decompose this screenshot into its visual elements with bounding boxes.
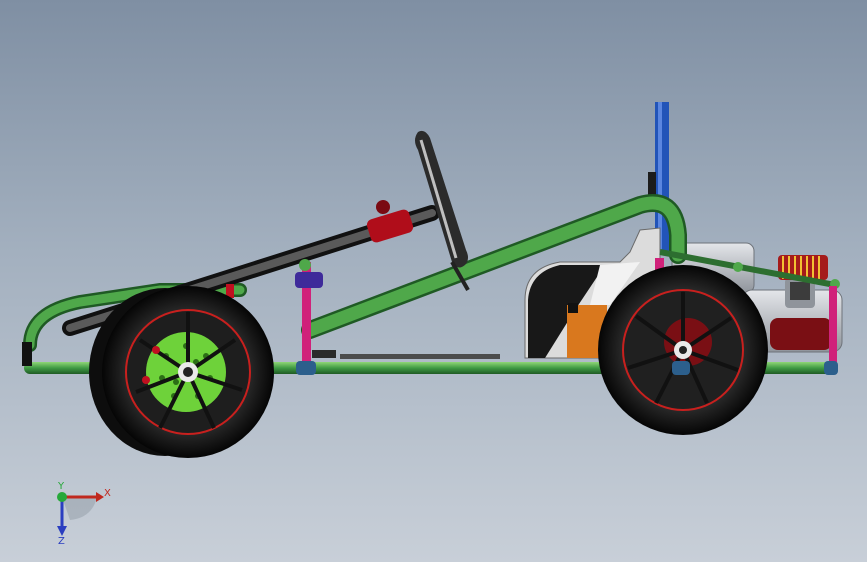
floor-pan: [340, 354, 500, 359]
go-kart-model[interactable]: X Y Z: [0, 0, 867, 562]
coordinate-triad[interactable]: X Y Z: [57, 481, 111, 547]
rear-wheel: [598, 265, 768, 435]
front-wheel: [102, 286, 274, 458]
cad-viewport[interactable]: X Y Z: [0, 0, 867, 562]
x-axis-label: X: [104, 488, 111, 499]
z-axis-label: Z: [58, 536, 65, 547]
pedal: [312, 350, 336, 358]
y-axis-label: Y: [57, 481, 65, 492]
y-axis-dot: [57, 492, 67, 502]
